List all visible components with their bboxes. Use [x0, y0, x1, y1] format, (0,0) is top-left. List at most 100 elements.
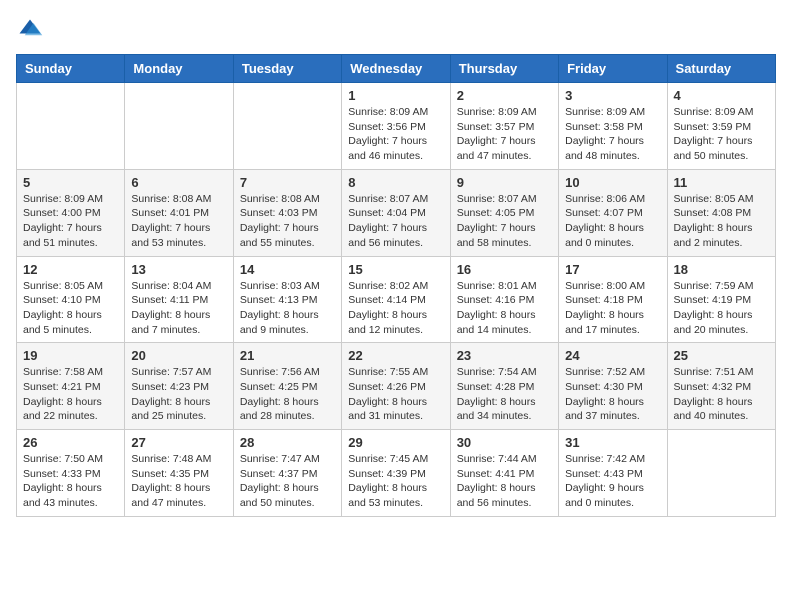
calendar-week-1: 1 Sunrise: 8:09 AM Sunset: 3:56 PM Daylig…	[17, 83, 776, 170]
calendar-cell: 20Sunrise: 7:57 AM Sunset: 4:23 PM Dayli…	[125, 343, 233, 430]
calendar-body: 1 Sunrise: 8:09 AM Sunset: 3:56 PM Daylig…	[17, 83, 776, 517]
logo	[16, 16, 48, 44]
day-info: Sunrise: 8:08 AM Sunset: 4:03 PM Dayligh…	[240, 192, 335, 251]
day-number: 21	[240, 348, 335, 363]
day-info: Sunrise: 8:05 AM Sunset: 4:08 PM Dayligh…	[674, 192, 769, 251]
day-number: 4	[674, 88, 769, 103]
calendar-cell: 5 Sunrise: 8:09 AM Sunset: 4:00 PM Daylig…	[17, 169, 125, 256]
day-number: 2	[457, 88, 552, 103]
calendar-cell: 31Sunrise: 7:42 AM Sunset: 4:43 PM Dayli…	[559, 430, 667, 517]
day-number: 8	[348, 175, 443, 190]
calendar-cell: 11 Sunrise: 8:05 AM Sunset: 4:08 PM Dayli…	[667, 169, 775, 256]
day-number: 7	[240, 175, 335, 190]
day-info: Sunrise: 8:09 AM Sunset: 3:56 PM Dayligh…	[348, 105, 443, 164]
calendar-cell: 30 Sunrise: 7:44 AM Sunset: 4:41 PM Dayli…	[450, 430, 558, 517]
calendar-cell: 21 Sunrise: 7:56 AM Sunset: 4:25 PM Dayli…	[233, 343, 341, 430]
calendar-cell: 14Sunrise: 8:03 AM Sunset: 4:13 PM Dayli…	[233, 256, 341, 343]
calendar-cell: 23Sunrise: 7:54 AM Sunset: 4:28 PM Dayli…	[450, 343, 558, 430]
logo-icon	[16, 16, 44, 44]
day-info: Sunrise: 8:06 AM Sunset: 4:07 PM Dayligh…	[565, 192, 660, 251]
day-number: 12	[23, 262, 118, 277]
calendar-cell: 22 Sunrise: 7:55 AM Sunset: 4:26 PM Dayli…	[342, 343, 450, 430]
page-header	[16, 16, 776, 44]
calendar-cell: 4 Sunrise: 8:09 AM Sunset: 3:59 PM Daylig…	[667, 83, 775, 170]
calendar-cell: 6Sunrise: 8:08 AM Sunset: 4:01 PM Daylig…	[125, 169, 233, 256]
calendar-cell: 26Sunrise: 7:50 AM Sunset: 4:33 PM Dayli…	[17, 430, 125, 517]
calendar-week-5: 26Sunrise: 7:50 AM Sunset: 4:33 PM Dayli…	[17, 430, 776, 517]
day-info: Sunrise: 8:02 AM Sunset: 4:14 PM Dayligh…	[348, 279, 443, 338]
day-info: Sunrise: 8:09 AM Sunset: 3:58 PM Dayligh…	[565, 105, 660, 164]
day-number: 20	[131, 348, 226, 363]
calendar-week-2: 5 Sunrise: 8:09 AM Sunset: 4:00 PM Daylig…	[17, 169, 776, 256]
calendar-cell: 13 Sunrise: 8:04 AM Sunset: 4:11 PM Dayli…	[125, 256, 233, 343]
day-number: 30	[457, 435, 552, 450]
day-number: 26	[23, 435, 118, 450]
calendar-cell: 3 Sunrise: 8:09 AM Sunset: 3:58 PM Daylig…	[559, 83, 667, 170]
day-number: 13	[131, 262, 226, 277]
day-info: Sunrise: 8:01 AM Sunset: 4:16 PM Dayligh…	[457, 279, 552, 338]
calendar-cell: 1 Sunrise: 8:09 AM Sunset: 3:56 PM Daylig…	[342, 83, 450, 170]
calendar-cell: 16 Sunrise: 8:01 AM Sunset: 4:16 PM Dayli…	[450, 256, 558, 343]
weekday-header-tuesday: Tuesday	[233, 55, 341, 83]
calendar-cell: 10 Sunrise: 8:06 AM Sunset: 4:07 PM Dayli…	[559, 169, 667, 256]
day-number: 22	[348, 348, 443, 363]
weekday-header-thursday: Thursday	[450, 55, 558, 83]
day-info: Sunrise: 8:09 AM Sunset: 4:00 PM Dayligh…	[23, 192, 118, 251]
day-number: 31	[565, 435, 660, 450]
day-number: 24	[565, 348, 660, 363]
day-info: Sunrise: 8:09 AM Sunset: 3:59 PM Dayligh…	[674, 105, 769, 164]
day-number: 5	[23, 175, 118, 190]
day-number: 18	[674, 262, 769, 277]
calendar-cell: 9Sunrise: 8:07 AM Sunset: 4:05 PM Daylig…	[450, 169, 558, 256]
weekday-header-row: SundayMondayTuesdayWednesdayThursdayFrid…	[17, 55, 776, 83]
day-number: 9	[457, 175, 552, 190]
weekday-header-monday: Monday	[125, 55, 233, 83]
day-number: 11	[674, 175, 769, 190]
day-info: Sunrise: 7:44 AM Sunset: 4:41 PM Dayligh…	[457, 452, 552, 511]
calendar-cell: 25 Sunrise: 7:51 AM Sunset: 4:32 PM Dayli…	[667, 343, 775, 430]
day-info: Sunrise: 8:00 AM Sunset: 4:18 PM Dayligh…	[565, 279, 660, 338]
day-number: 28	[240, 435, 335, 450]
calendar-cell: 27 Sunrise: 7:48 AM Sunset: 4:35 PM Dayli…	[125, 430, 233, 517]
calendar-cell: 24 Sunrise: 7:52 AM Sunset: 4:30 PM Dayli…	[559, 343, 667, 430]
day-info: Sunrise: 8:08 AM Sunset: 4:01 PM Dayligh…	[131, 192, 226, 251]
day-info: Sunrise: 8:05 AM Sunset: 4:10 PM Dayligh…	[23, 279, 118, 338]
day-info: Sunrise: 7:56 AM Sunset: 4:25 PM Dayligh…	[240, 365, 335, 424]
day-number: 3	[565, 88, 660, 103]
weekday-header-friday: Friday	[559, 55, 667, 83]
calendar-cell	[125, 83, 233, 170]
day-number: 16	[457, 262, 552, 277]
day-number: 27	[131, 435, 226, 450]
day-number: 10	[565, 175, 660, 190]
day-info: Sunrise: 7:55 AM Sunset: 4:26 PM Dayligh…	[348, 365, 443, 424]
day-number: 17	[565, 262, 660, 277]
calendar-cell	[233, 83, 341, 170]
day-info: Sunrise: 7:52 AM Sunset: 4:30 PM Dayligh…	[565, 365, 660, 424]
calendar-table: SundayMondayTuesdayWednesdayThursdayFrid…	[16, 54, 776, 517]
day-number: 25	[674, 348, 769, 363]
day-number: 1	[348, 88, 443, 103]
calendar-week-3: 12 Sunrise: 8:05 AM Sunset: 4:10 PM Dayli…	[17, 256, 776, 343]
calendar-cell	[667, 430, 775, 517]
calendar-cell: 28Sunrise: 7:47 AM Sunset: 4:37 PM Dayli…	[233, 430, 341, 517]
weekday-header-wednesday: Wednesday	[342, 55, 450, 83]
day-info: Sunrise: 8:07 AM Sunset: 4:04 PM Dayligh…	[348, 192, 443, 251]
day-number: 19	[23, 348, 118, 363]
calendar-cell: 8 Sunrise: 8:07 AM Sunset: 4:04 PM Daylig…	[342, 169, 450, 256]
weekday-header-sunday: Sunday	[17, 55, 125, 83]
calendar-cell: 19 Sunrise: 7:58 AM Sunset: 4:21 PM Dayli…	[17, 343, 125, 430]
calendar-cell: 12 Sunrise: 8:05 AM Sunset: 4:10 PM Dayli…	[17, 256, 125, 343]
day-info: Sunrise: 7:51 AM Sunset: 4:32 PM Dayligh…	[674, 365, 769, 424]
day-info: Sunrise: 8:04 AM Sunset: 4:11 PM Dayligh…	[131, 279, 226, 338]
calendar-cell: 17 Sunrise: 8:00 AM Sunset: 4:18 PM Dayli…	[559, 256, 667, 343]
calendar-cell: 7 Sunrise: 8:08 AM Sunset: 4:03 PM Daylig…	[233, 169, 341, 256]
day-number: 15	[348, 262, 443, 277]
calendar-week-4: 19 Sunrise: 7:58 AM Sunset: 4:21 PM Dayli…	[17, 343, 776, 430]
calendar-cell	[17, 83, 125, 170]
day-info: Sunrise: 7:48 AM Sunset: 4:35 PM Dayligh…	[131, 452, 226, 511]
day-info: Sunrise: 7:58 AM Sunset: 4:21 PM Dayligh…	[23, 365, 118, 424]
day-info: Sunrise: 8:03 AM Sunset: 4:13 PM Dayligh…	[240, 279, 335, 338]
day-info: Sunrise: 8:09 AM Sunset: 3:57 PM Dayligh…	[457, 105, 552, 164]
calendar-cell: 18Sunrise: 7:59 AM Sunset: 4:19 PM Dayli…	[667, 256, 775, 343]
day-number: 29	[348, 435, 443, 450]
